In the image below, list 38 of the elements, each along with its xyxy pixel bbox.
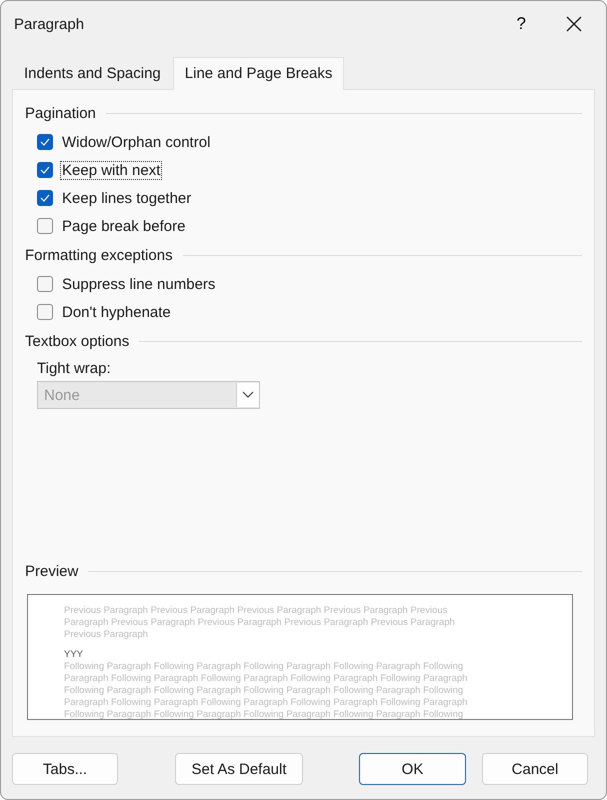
check-icon (40, 138, 50, 146)
checkbox[interactable] (37, 304, 53, 320)
preview-text: Following Paragraph Following Paragraph Following Paragraph Following Paragraph Following (64, 709, 464, 719)
help-button[interactable]: ? (516, 14, 526, 34)
dialog-button[interactable]: Tabs... (12, 753, 118, 785)
checkbox-label[interactable]: Widow/Orphan control (60, 132, 212, 152)
checkbox[interactable] (37, 276, 53, 292)
section-heading: Formatting exceptions (25, 246, 173, 264)
preview-text: Paragraph Following Paragraph Following Paragraph Following Paragraph Following Paragraph (64, 673, 468, 685)
dialog-button[interactable]: Cancel (482, 753, 588, 785)
preview-text: Paragraph Previous Paragraph Previous Paragraph Previous Paragraph Previous Paragraph (64, 617, 455, 629)
close-icon[interactable] (566, 16, 582, 32)
checkbox-label[interactable]: Page break before (60, 216, 188, 236)
section-heading: Pagination (25, 104, 96, 122)
preview-text: Following Paragraph Following Paragraph Following Paragraph Following Paragraph Following (64, 661, 464, 673)
check-icon (40, 194, 50, 202)
checkbox[interactable] (37, 162, 53, 178)
checkbox-label[interactable]: Suppress line numbers (60, 274, 218, 294)
preview-text: Previous Paragraph (64, 629, 148, 641)
section-heading: Textbox options (25, 332, 130, 350)
field-label: Tight wrap: (37, 360, 112, 377)
section-heading: Preview (25, 562, 78, 580)
preview-text: Paragraph Following Paragraph Following Paragraph Following Paragraph Following Paragraph (64, 697, 468, 709)
checkbox[interactable] (37, 134, 53, 150)
preview-text: Following Paragraph Following Paragraph Following Paragraph Following Paragraph Following (64, 685, 464, 697)
preview-text: YYY (64, 649, 84, 661)
window-title: Paragraph (14, 16, 86, 32)
preview-text: Previous Paragraph Previous Paragraph Previous Paragraph Previous Paragraph Previous (64, 605, 448, 617)
check-icon (40, 166, 50, 174)
checkbox[interactable] (37, 190, 53, 206)
checkbox[interactable] (37, 218, 53, 234)
tab[interactable]: Line and Page Breaks (172, 57, 344, 90)
dialog-button[interactable]: OK (359, 753, 466, 785)
checkbox-label[interactable]: Don't hyphenate (60, 302, 173, 322)
checkbox-label[interactable]: Keep with next (60, 160, 162, 180)
tab[interactable]: Indents and Spacing (12, 58, 173, 89)
checkbox-label[interactable]: Keep lines together (60, 188, 194, 208)
dialog-button[interactable]: Set As Default (175, 753, 303, 785)
